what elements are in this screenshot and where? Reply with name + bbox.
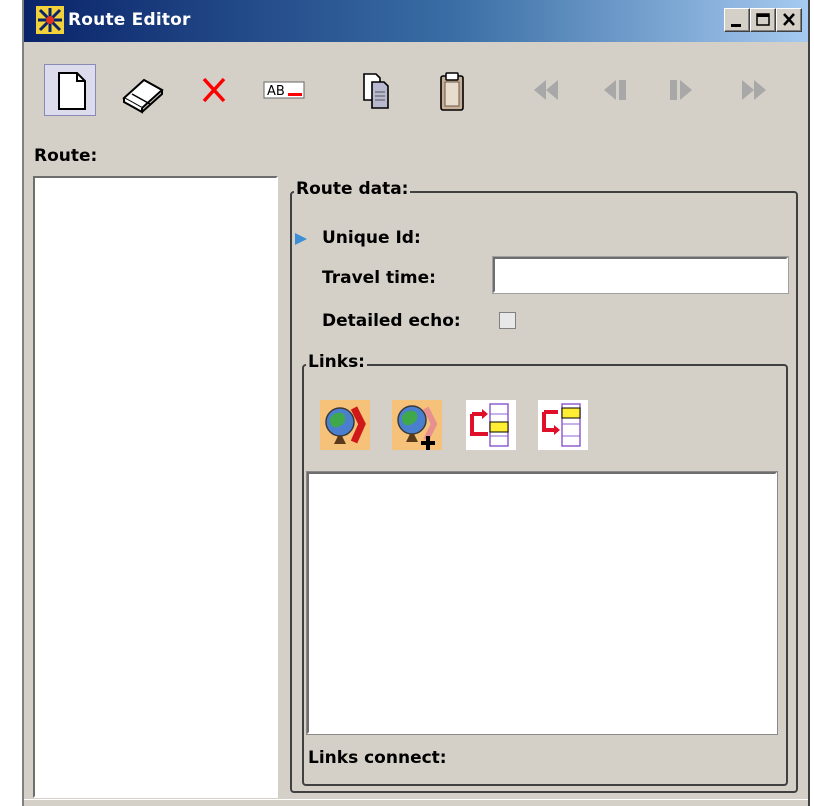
link-before-button[interactable]	[466, 400, 516, 450]
route-label: Route:	[34, 146, 98, 166]
app-star-icon	[36, 6, 64, 34]
unique-id-label: Unique Id:	[322, 228, 421, 248]
insert-after-icon	[538, 400, 588, 450]
first-route-button[interactable]	[520, 64, 572, 116]
step-back-icon	[604, 80, 626, 100]
window-title: Route Editor	[68, 10, 191, 30]
copy-icon	[363, 73, 389, 109]
close-button[interactable]	[776, 8, 802, 32]
previous-route-button[interactable]	[590, 64, 642, 116]
main-toolbar: AB	[24, 42, 808, 138]
paste-icon	[440, 72, 464, 111]
links-connect-label: Links connect:	[308, 748, 447, 768]
next-route-button[interactable]	[656, 64, 708, 116]
rename-field-icon: AB	[263, 81, 305, 99]
new-route-button[interactable]	[44, 64, 96, 116]
minimize-button[interactable]	[724, 8, 750, 32]
detailed-echo-checkbox[interactable]	[499, 312, 516, 329]
window-bottom-edge	[24, 799, 808, 806]
links-title: Links:	[306, 352, 367, 372]
links-list[interactable]	[306, 471, 778, 735]
selected-marker-icon	[295, 233, 307, 245]
maximize-icon	[756, 13, 770, 26]
rename-button[interactable]: AB	[258, 64, 310, 116]
link-after-button[interactable]	[538, 400, 588, 450]
maximize-button[interactable]	[750, 8, 776, 32]
last-route-button[interactable]	[728, 64, 780, 116]
copy-button[interactable]	[350, 64, 402, 116]
svg-text:AB: AB	[267, 84, 285, 99]
red-x-icon	[202, 77, 226, 103]
travel-time-input[interactable]	[492, 256, 789, 294]
route-data-title: Route data:	[294, 179, 411, 199]
delete-button[interactable]	[188, 64, 240, 116]
travel-time-label: Travel time:	[322, 268, 436, 288]
step-forward-icon	[670, 80, 692, 100]
eraser-icon	[122, 78, 164, 114]
route-editor-window: Route Editor AB Route: Route data: Uniqu…	[22, 0, 810, 806]
detailed-echo-label: Detailed echo:	[322, 311, 461, 331]
globe-add-icon	[392, 400, 442, 450]
globe-remove-icon	[320, 400, 370, 450]
erase-button[interactable]	[118, 64, 170, 116]
rewind-icon	[534, 80, 558, 100]
title-bar[interactable]: Route Editor	[24, 0, 808, 42]
fast-forward-icon	[742, 80, 766, 100]
close-icon	[783, 13, 795, 26]
add-link-button[interactable]	[392, 400, 442, 450]
insert-before-icon	[466, 400, 516, 450]
minimize-icon	[731, 24, 741, 27]
remove-link-button[interactable]	[320, 400, 370, 450]
new-document-icon	[58, 72, 86, 110]
paste-button[interactable]	[426, 64, 478, 116]
route-list[interactable]	[33, 176, 278, 798]
